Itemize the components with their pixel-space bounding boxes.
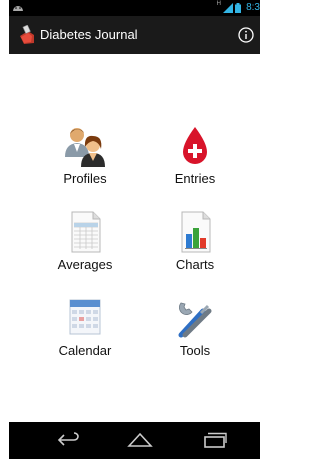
android-notification-icon — [13, 6, 23, 11]
tools-icon — [178, 302, 212, 338]
menu-label: Tools — [179, 343, 211, 358]
status-bar: H 8:3 — [9, 0, 260, 16]
action-bar: Diabetes Journal — [9, 16, 260, 54]
blood-drop-icon — [183, 127, 207, 164]
home-icon[interactable] — [127, 432, 153, 448]
navigation-bar — [9, 422, 260, 459]
calendar-icon — [69, 299, 101, 335]
menu-label: Charts — [175, 257, 215, 272]
menu-label: Calendar — [58, 343, 112, 358]
profiles-icon — [65, 128, 105, 167]
status-time: 8:3 — [246, 2, 260, 13]
menu-label: Averages — [57, 257, 113, 272]
battery-icon — [235, 3, 241, 13]
menu-item-entries[interactable]: Entries — [150, 125, 240, 187]
app-title: Diabetes Journal — [40, 27, 138, 42]
spreadsheet-icon — [71, 211, 101, 253]
network-type-label: H — [216, 1, 221, 7]
signal-icon — [223, 3, 233, 13]
menu-item-charts[interactable]: Charts — [150, 211, 240, 273]
menu-item-tools[interactable]: Tools — [150, 297, 240, 359]
info-icon[interactable] — [238, 27, 254, 43]
menu-label: Entries — [174, 171, 216, 186]
back-icon[interactable] — [56, 432, 82, 448]
menu-item-averages[interactable]: Averages — [40, 211, 130, 273]
menu-item-profiles[interactable]: Profiles — [40, 125, 130, 187]
app-logo-icon — [20, 25, 34, 44]
menu-item-calendar[interactable]: Calendar — [40, 297, 130, 359]
recent-apps-icon[interactable] — [202, 432, 228, 448]
menu-label: Profiles — [63, 171, 107, 186]
bar-chart-icon — [181, 211, 211, 253]
